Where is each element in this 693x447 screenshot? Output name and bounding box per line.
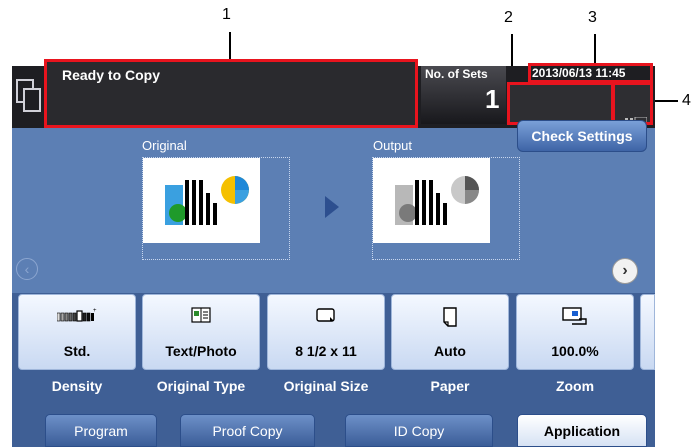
chevron-left-icon: ‹ — [24, 261, 30, 277]
tab-proof-copy[interactable]: Proof Copy — [180, 414, 315, 447]
paper-label: Paper — [430, 378, 470, 394]
original-image-icon — [165, 176, 249, 225]
scroll-right-button[interactable]: › — [612, 258, 638, 284]
zoom-value: 100.0% — [551, 343, 599, 359]
callout-3: 3 — [588, 9, 597, 26]
original-type-label: Original Type — [156, 378, 246, 394]
chevron-right-icon: › — [622, 262, 628, 279]
paper-value: Auto — [434, 343, 466, 359]
zoom-key[interactable]: 100.0% — [516, 294, 634, 370]
check-settings-button[interactable]: Check Settings — [517, 120, 647, 152]
original-label: Original — [142, 138, 187, 153]
highlight-memory — [612, 82, 653, 125]
original-size-label: Original Size — [283, 378, 369, 394]
original-type-icon — [191, 307, 211, 323]
next-function-key-partial[interactable] — [640, 294, 655, 370]
output-image-icon — [395, 176, 479, 225]
sets-label: No. of Sets — [425, 67, 488, 81]
original-size-icon — [316, 308, 335, 322]
original-type-value: Text/Photo — [165, 343, 237, 359]
density-value: Std. — [63, 343, 91, 359]
density-label: Density — [51, 378, 103, 394]
density-icon: + — [57, 308, 97, 322]
highlight-message-area — [44, 59, 418, 128]
arrow-right-icon — [325, 196, 339, 218]
callout-line-4 — [652, 100, 678, 102]
highlight-job-area — [507, 82, 614, 125]
callout-line-1 — [229, 32, 231, 61]
tab-application[interactable]: Application — [517, 414, 647, 447]
callout-2: 2 — [504, 9, 513, 26]
zoom-icon — [562, 307, 587, 325]
callout-4: 4 — [682, 92, 691, 109]
paper-icon — [443, 307, 457, 327]
original-type-key[interactable]: Text/Photo — [142, 294, 260, 370]
paper-key[interactable]: Auto — [391, 294, 509, 370]
scroll-left-button[interactable]: ‹ — [16, 258, 38, 280]
tab-id-copy[interactable]: ID Copy — [345, 414, 493, 447]
highlight-datetime — [528, 63, 653, 83]
callout-line-3 — [594, 34, 596, 64]
sets-value: 1 — [485, 84, 500, 114]
density-key[interactable]: + Std. — [18, 294, 136, 370]
tab-program[interactable]: Program — [45, 414, 157, 447]
original-preview — [143, 158, 260, 243]
original-size-key[interactable]: 8 1/2 x 11 — [267, 294, 385, 370]
zoom-label: Zoom — [555, 378, 595, 394]
svg-text:+: + — [93, 308, 97, 314]
callout-1: 1 — [222, 6, 231, 23]
copy-mode-icon[interactable] — [15, 78, 43, 114]
original-size-value: 8 1/2 x 11 — [295, 343, 357, 359]
output-label: Output — [373, 138, 413, 153]
output-preview — [373, 158, 490, 243]
